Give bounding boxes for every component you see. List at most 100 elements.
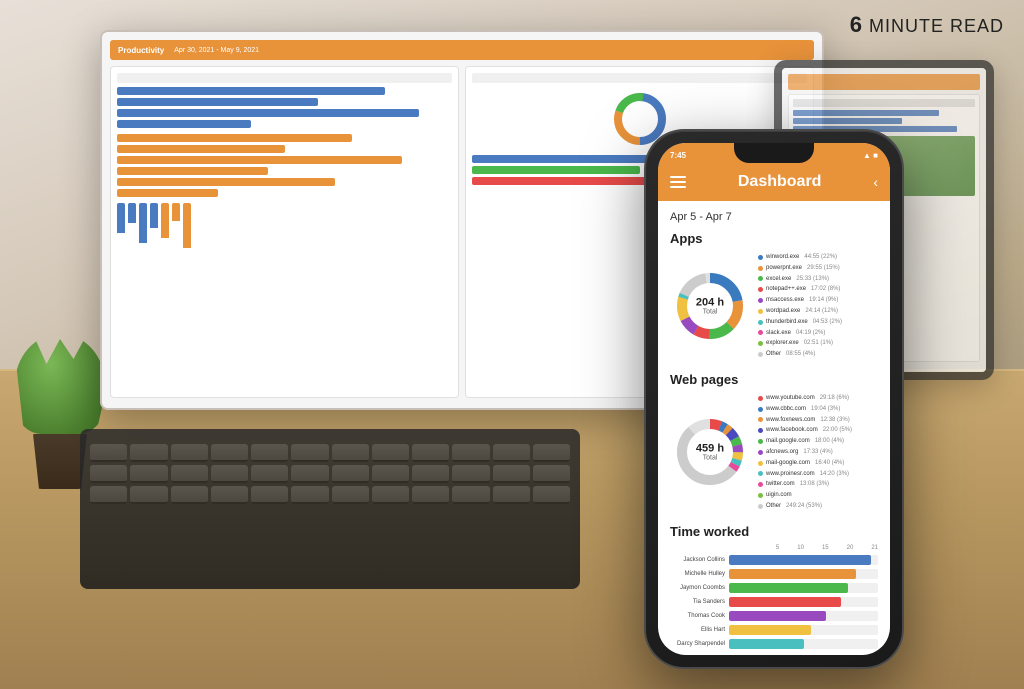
- mini-bars: [117, 203, 452, 248]
- legend-label: www.proinesr.com: [766, 469, 815, 480]
- axis-label: 10: [797, 545, 804, 551]
- key-1: [90, 444, 127, 462]
- apps-legend-item: powerpnt.exe 29:55 (15%): [758, 263, 878, 274]
- axis-label: 21: [871, 545, 878, 551]
- worker-name: Michelle Hulley: [670, 571, 725, 577]
- web-total-value: 459 h: [696, 443, 724, 455]
- laptop-bar-7: [117, 156, 402, 164]
- apps-donut-center: 204 h Total: [696, 296, 724, 315]
- back-chevron-icon[interactable]: ‹: [873, 175, 878, 189]
- phone-notch: [734, 143, 814, 163]
- key-7: [332, 444, 369, 462]
- laptop-bar-3: [117, 109, 419, 117]
- legend-dot: [758, 407, 763, 412]
- key-3: [171, 444, 208, 462]
- mini-bar-7: [183, 203, 191, 248]
- legend-dot: [758, 276, 763, 281]
- legend-dot: [758, 439, 763, 444]
- legend-value: 04:53 (2%): [813, 317, 842, 328]
- hamburger-icon[interactable]: [670, 176, 686, 188]
- key-29: [251, 486, 288, 504]
- key-21: [412, 465, 449, 483]
- key-20: [372, 465, 409, 483]
- key-25: [90, 486, 127, 504]
- key-18: [291, 465, 328, 483]
- legend-dot: [758, 266, 763, 271]
- legend-label: notepad++.exe: [766, 284, 806, 295]
- key-5: [251, 444, 288, 462]
- read-badge: 6 MINUTE READ: [850, 12, 1004, 38]
- key-10: [452, 444, 489, 462]
- apps-legend-item: wordpad.exe 24:14 (12%): [758, 306, 878, 317]
- key-33: [412, 486, 449, 504]
- bar-track: [729, 611, 878, 621]
- legend-label: www.facebook.com: [766, 425, 818, 436]
- legend-dot: [758, 330, 763, 335]
- web-total-label: Total: [696, 455, 724, 462]
- key-35: [493, 486, 530, 504]
- bar-fill: [729, 625, 811, 635]
- tablet-header: [788, 74, 980, 90]
- legend-dot: [758, 471, 763, 476]
- laptop-bar-2: [117, 98, 318, 106]
- bar-track: [729, 597, 878, 607]
- worker-name: Darcy Sharpendel: [670, 641, 725, 647]
- apps-legend: winword.exe 44:55 (22%) powerpnt.exe 29:…: [758, 252, 878, 360]
- legend-dot: [758, 341, 763, 346]
- apps-legend-item: Other 08:55 (4%): [758, 349, 878, 360]
- legend-value: 24:14 (12%): [805, 306, 838, 317]
- laptop-panel-1: [110, 66, 459, 398]
- time-worker-row: Jackson Collins: [670, 555, 878, 565]
- key-15: [171, 465, 208, 483]
- key-24: [533, 465, 570, 483]
- bar-track: [729, 625, 878, 635]
- key-30: [291, 486, 328, 504]
- time-worker-row: Jaymon Coombs: [670, 583, 878, 593]
- hamburger-line-1: [670, 176, 686, 178]
- read-number: 6: [850, 12, 863, 37]
- status-time: 7:45: [670, 151, 686, 160]
- web-legend-item: uigin.com: [758, 490, 878, 501]
- key-23: [493, 465, 530, 483]
- phone-container: 7:45 ▲ ■ Dashboard ‹ Apr 5 - Apr 7 Apps: [644, 129, 904, 669]
- key-34: [452, 486, 489, 504]
- key-11: [493, 444, 530, 462]
- key-8: [372, 444, 409, 462]
- bar-fill: [729, 583, 848, 593]
- legend-label: winword.exe: [766, 252, 799, 263]
- legend-label: mail-google.com: [766, 458, 810, 469]
- legend-dot: [758, 298, 763, 303]
- web-section-title: Web pages: [670, 372, 878, 387]
- legend-dot: [758, 417, 763, 422]
- apps-legend-item: slack.exe 04:19 (2%): [758, 328, 878, 339]
- legend-dot: [758, 396, 763, 401]
- web-legend-item: mail.google.com 18:00 (4%): [758, 436, 878, 447]
- time-worked-section: Time worked 510152021 Jackson Collins Mi…: [670, 524, 878, 649]
- laptop-bar-6: [117, 145, 285, 153]
- worker-name: Jackson Collins: [670, 557, 725, 563]
- legend-value: 29:55 (15%): [807, 263, 840, 274]
- web-legend-item: www.proinesr.com 14:20 (3%): [758, 469, 878, 480]
- apps-donut-chart: 204 h Total: [670, 266, 750, 346]
- laptop-bar-10: [117, 189, 218, 197]
- laptop-bar-5: [117, 134, 352, 142]
- bar-track: [729, 569, 878, 579]
- legend-dot: [758, 461, 763, 466]
- legend-dot: [758, 493, 763, 498]
- worker-name: Jaymon Coombs: [670, 585, 725, 591]
- t-bar-2: [793, 110, 939, 116]
- mini-bar-5: [161, 203, 169, 238]
- key-16: [211, 465, 248, 483]
- mini-bar-6: [172, 203, 180, 221]
- status-icons: ▲ ■: [863, 151, 878, 160]
- mini-bar-3: [139, 203, 147, 243]
- t-bar-1: [793, 99, 975, 107]
- key-9: [412, 444, 449, 462]
- laptop-date: Apr 30, 2021 - May 9, 2021: [174, 47, 259, 54]
- apps-legend-item: excel.exe 25:33 (13%): [758, 274, 878, 285]
- time-worker-row: Tia Sanders: [670, 597, 878, 607]
- laptop-bar-1: [117, 87, 385, 95]
- phone-screen: 7:45 ▲ ■ Dashboard ‹ Apr 5 - Apr 7 Apps: [658, 143, 890, 655]
- apps-section-title: Apps: [670, 231, 878, 246]
- time-worker-row: Ellis Hart: [670, 625, 878, 635]
